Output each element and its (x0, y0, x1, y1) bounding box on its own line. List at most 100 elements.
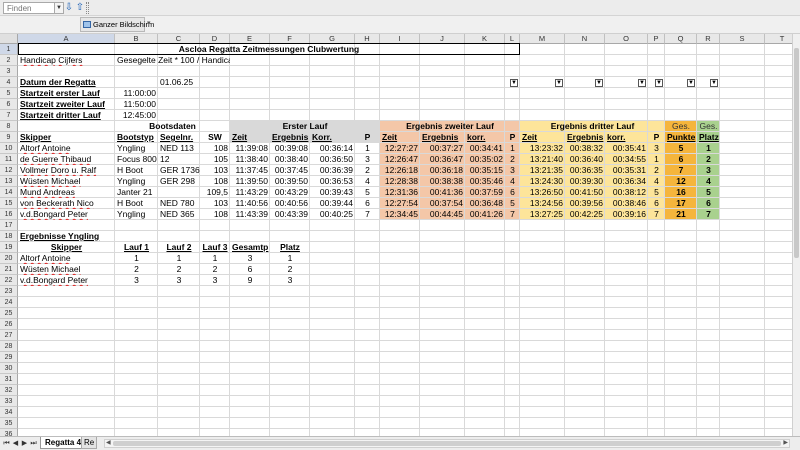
result-cell[interactable]: 3 (697, 165, 720, 176)
next-sheet-icon[interactable]: ▶ (20, 439, 29, 448)
result-cell[interactable]: H Boot (115, 165, 158, 176)
autofilter-dropdown-icon[interactable]: ▼ (510, 79, 518, 87)
yngling-header-3[interactable]: Lauf 3 (200, 242, 230, 253)
autofilter-dropdown-icon[interactable]: ▼ (710, 79, 718, 87)
horizontal-scrollbar[interactable]: ◀ ▶ (104, 439, 790, 448)
result-cell[interactable]: 12:27:27 (380, 143, 420, 154)
result-cell[interactable]: 11:37:45 (230, 165, 270, 176)
row-header-27[interactable]: 27 (0, 330, 18, 341)
result-cell[interactable]: 00:36:39 (310, 165, 355, 176)
row-header-14[interactable]: 14 (0, 187, 18, 198)
result-cell[interactable]: 00:36:18 (420, 165, 465, 176)
last-sheet-icon[interactable]: ⏭ (29, 439, 38, 448)
row-header-26[interactable]: 26 (0, 319, 18, 330)
header-3[interactable]: SW (200, 132, 230, 143)
result-cell[interactable]: 00:36:53 (310, 176, 355, 187)
row-header-23[interactable]: 23 (0, 286, 18, 297)
result-cell[interactable]: 6 (505, 187, 520, 198)
result-cell[interactable]: NED 780 (158, 198, 200, 209)
column-header-o[interactable]: O (605, 34, 648, 44)
yngling-cell[interactable]: 3 (200, 275, 230, 286)
spreadsheet-grid[interactable]: A B C D E F G H I J K L M N O P Q R S T 1 2 3 4 5 6 7 8 9 10 11 12 13 14 1… (0, 34, 800, 436)
header-0[interactable]: Skipper (18, 132, 115, 143)
yngling-cell[interactable]: 2 (158, 264, 200, 275)
yngling-cell[interactable]: 2 (200, 264, 230, 275)
result-cell[interactable]: 00:35:02 (465, 154, 505, 165)
row-header-17[interactable]: 17 (0, 220, 18, 231)
result-cell[interactable]: 00:36:40 (565, 154, 605, 165)
result-cell[interactable]: 00:39:08 (270, 143, 310, 154)
result-cell[interactable]: 5 (505, 198, 520, 209)
result-cell[interactable]: Yngling (115, 176, 158, 187)
result-cell[interactable]: 103 (200, 165, 230, 176)
select-all-corner[interactable] (0, 34, 18, 44)
group-lauf3[interactable]: Ergebnis dritter Lauf (520, 121, 665, 132)
result-cell[interactable]: 00:36:35 (565, 165, 605, 176)
skipper-name[interactable]: Wüsten Michael (18, 176, 115, 187)
column-header-q[interactable]: Q (665, 34, 697, 44)
header-5[interactable]: Ergebnis (270, 132, 310, 143)
row-header-11[interactable]: 11 (0, 154, 18, 165)
result-cell[interactable]: 5 (355, 187, 380, 198)
result-cell[interactable]: 00:39:44 (310, 198, 355, 209)
row-header-1[interactable]: 1 (0, 44, 18, 55)
result-cell[interactable]: 00:41:26 (465, 209, 505, 220)
result-cell[interactable]: 12:26:47 (380, 154, 420, 165)
result-cell[interactable]: 11:40:56 (230, 198, 270, 209)
result-cell[interactable]: 4 (697, 176, 720, 187)
yngling-title[interactable]: Ergebnisse Yngling (18, 231, 115, 242)
yngling-cell[interactable]: 1 (200, 253, 230, 264)
result-cell[interactable]: 7 (648, 209, 665, 220)
horizontal-scroll-thumb[interactable] (113, 441, 781, 446)
start3-label[interactable]: Startzeit dritter Lauf (18, 110, 115, 121)
result-cell[interactable]: GER 298 (158, 176, 200, 187)
row-header-36[interactable]: 36 (0, 429, 18, 436)
row-header-9[interactable]: 9 (0, 132, 18, 143)
datum-value[interactable]: 01.06.25 (158, 77, 230, 88)
row-header-7[interactable]: 7 (0, 110, 18, 121)
result-cell[interactable]: 00:38:32 (565, 143, 605, 154)
row-header-28[interactable]: 28 (0, 341, 18, 352)
skipper-name[interactable]: de Guerre Thibaud (18, 154, 115, 165)
fullscreen-button[interactable]: Ganzer Bildschirm (80, 17, 154, 32)
result-cell[interactable]: H Boot (115, 198, 158, 209)
yngling-cell[interactable]: 3 (158, 275, 200, 286)
scroll-right-icon[interactable]: ▶ (783, 439, 788, 446)
result-cell[interactable]: 7 (355, 209, 380, 220)
result-cell[interactable]: 00:36:48 (465, 198, 505, 209)
result-cell[interactable]: 00:36:14 (310, 143, 355, 154)
result-cell[interactable]: 7 (665, 165, 697, 176)
row-header-33[interactable]: 33 (0, 396, 18, 407)
skipper-name[interactable]: v.d.Bongard Peter (18, 209, 115, 220)
yngling-cell[interactable]: 2 (270, 264, 310, 275)
yngling-header-4[interactable]: Gesamtp (230, 242, 270, 253)
result-cell[interactable]: Yngling (115, 209, 158, 220)
group-lauf2[interactable]: Ergebnis zweiter Lauf (380, 121, 520, 132)
toolbar-overflow-icon[interactable]: ▾ (147, 19, 151, 27)
yngling-cell[interactable]: 3 (115, 275, 158, 286)
result-cell[interactable]: 00:38:46 (605, 198, 648, 209)
result-cell[interactable]: 1 (648, 154, 665, 165)
result-cell[interactable]: 13:21:35 (520, 165, 565, 176)
row-header-30[interactable]: 30 (0, 363, 18, 374)
row-header-35[interactable]: 35 (0, 418, 18, 429)
yngling-cell[interactable]: 3 (270, 275, 310, 286)
result-cell[interactable]: 5 (665, 143, 697, 154)
skipper-name[interactable]: Altorf Antoine (18, 143, 115, 154)
row-header-34[interactable]: 34 (0, 407, 18, 418)
formula-label[interactable]: Gesegelte Zeit * 100 / Handicap Cijfer (115, 55, 230, 66)
result-cell[interactable]: NED 365 (158, 209, 200, 220)
result-cell[interactable]: 4 (355, 176, 380, 187)
column-header-n[interactable]: N (565, 34, 605, 44)
result-cell[interactable]: 12:34:45 (380, 209, 420, 220)
row-header-31[interactable]: 31 (0, 374, 18, 385)
result-cell[interactable]: 108 (200, 209, 230, 220)
result-cell[interactable]: 103 (200, 198, 230, 209)
result-cell[interactable]: 16 (665, 187, 697, 198)
result-cell[interactable]: 00:37:45 (270, 165, 310, 176)
result-cell[interactable]: GER 1736 (158, 165, 200, 176)
header-4[interactable]: Zeit (230, 132, 270, 143)
result-cell[interactable]: 108 (200, 176, 230, 187)
start1-label[interactable]: Startzeit erster Lauf (18, 88, 115, 99)
row-header-12[interactable]: 12 (0, 165, 18, 176)
